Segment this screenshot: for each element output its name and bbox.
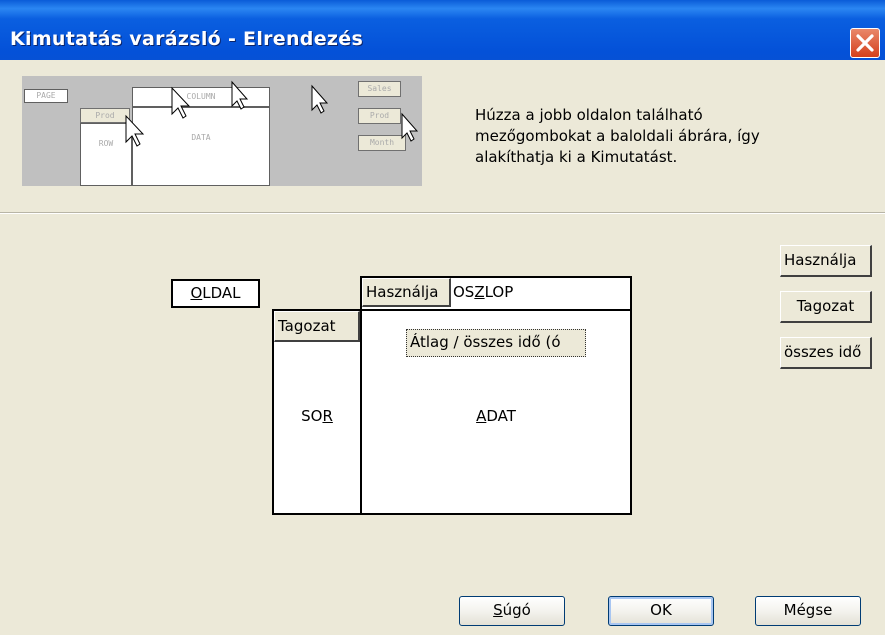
page-area[interactable]: OLDAL <box>171 279 260 308</box>
cancel-button[interactable]: Mégse <box>755 596 861 626</box>
field-button-hasznalja[interactable]: Használja <box>780 245 872 277</box>
instructions-text: Húzza a jobb oldalon található mezőgombo… <box>475 106 760 166</box>
cursor-icon <box>125 80 419 147</box>
close-button[interactable] <box>850 28 880 58</box>
separator <box>0 212 885 214</box>
ok-button[interactable]: OK <box>608 596 714 626</box>
preview-cursors <box>125 80 419 147</box>
row-field-tagozat[interactable]: Tagozat <box>274 311 360 342</box>
data-field-atlag[interactable]: Átlag / összes idő (ó <box>406 329 586 357</box>
layout-preview-image: PAGE COLUMN Prod ROW DATA Sales Prod Mon… <box>22 76 422 186</box>
window-title: Kimutatás varázsló - Elrendezés <box>10 28 364 50</box>
help-button[interactable]: Súgó <box>459 596 565 626</box>
close-icon <box>856 34 874 52</box>
field-button-tagozat[interactable]: Tagozat <box>780 291 872 323</box>
field-button-osszes-ido[interactable]: összes idő <box>780 337 872 369</box>
column-field-hasznalja[interactable]: Használja <box>362 278 451 307</box>
